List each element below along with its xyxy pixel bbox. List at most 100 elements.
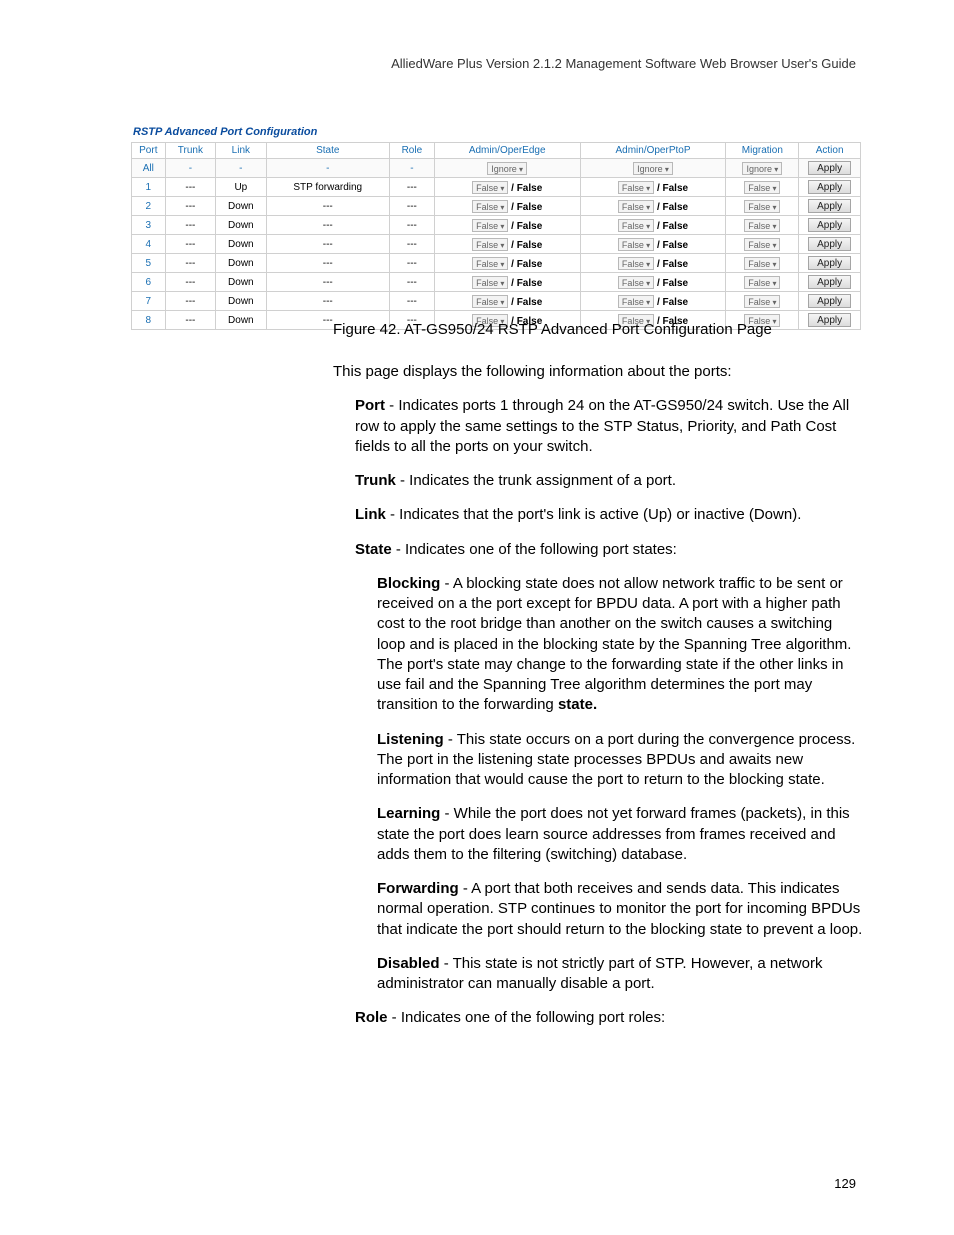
table-row-all: All----IgnoreIgnoreIgnoreApply [132, 159, 861, 178]
migration-select[interactable]: False [744, 219, 780, 232]
edge-select[interactable]: False [472, 219, 508, 232]
oper-edge: / False [511, 278, 542, 289]
apply-button[interactable]: Apply [808, 199, 851, 213]
cell-link: Down [216, 254, 266, 273]
cell-trunk: --- [165, 178, 215, 197]
col-edge: Admin/OperEdge [434, 143, 580, 159]
migration-select[interactable]: False [744, 295, 780, 308]
trunk-desc: Trunk - Indicates the trunk assignment o… [333, 471, 863, 491]
cell-role: --- [389, 254, 434, 273]
learning-desc: Learning - While the port does not yet f… [333, 804, 863, 865]
cell-migration: False [726, 235, 799, 254]
oper-ptop: / False [657, 297, 688, 308]
oper-edge: / False [511, 221, 542, 232]
cell-role: - [389, 159, 434, 178]
cell-edge: Ignore [434, 159, 580, 178]
col-port: Port [132, 143, 166, 159]
listening-desc: Listening - This state occurs on a port … [333, 730, 863, 791]
table-row: 3---Down------False / FalseFalse / False… [132, 216, 861, 235]
oper-ptop: / False [657, 183, 688, 194]
cell-state: --- [266, 254, 389, 273]
ptop-select[interactable]: False [618, 219, 654, 232]
cell-migration: False [726, 292, 799, 311]
ptop-select[interactable]: False [618, 238, 654, 251]
apply-button[interactable]: Apply [808, 256, 851, 270]
cell-port: 8 [132, 311, 166, 330]
cell-ptop: False / False [580, 235, 726, 254]
cell-port: 3 [132, 216, 166, 235]
cell-trunk: --- [165, 197, 215, 216]
migration-select[interactable]: Ignore [742, 162, 782, 175]
oper-edge: / False [511, 202, 542, 213]
cell-state: --- [266, 216, 389, 235]
cell-trunk: --- [165, 292, 215, 311]
ptop-select[interactable]: False [618, 257, 654, 270]
cell-state: STP forwarding [266, 178, 389, 197]
cell-trunk: - [165, 159, 215, 178]
cell-action: Apply [799, 216, 861, 235]
cell-migration: False [726, 197, 799, 216]
cell-role: --- [389, 178, 434, 197]
edge-select[interactable]: False [472, 181, 508, 194]
edge-select[interactable]: Ignore [487, 162, 527, 175]
apply-button[interactable]: Apply [808, 294, 851, 308]
migration-select[interactable]: False [744, 181, 780, 194]
col-trunk: Trunk [165, 143, 215, 159]
cell-link: Down [216, 311, 266, 330]
edge-select[interactable]: False [472, 257, 508, 270]
cell-state: --- [266, 273, 389, 292]
apply-button[interactable]: Apply [808, 313, 851, 327]
cell-link: Down [216, 235, 266, 254]
cell-ptop: False / False [580, 197, 726, 216]
link-desc: Link - Indicates that the port's link is… [333, 505, 863, 525]
cell-edge: False / False [434, 235, 580, 254]
intro-line: This page displays the following informa… [333, 362, 863, 382]
oper-ptop: / False [657, 202, 688, 213]
disabled-desc: Disabled - This state is not strictly pa… [333, 954, 863, 995]
oper-ptop: / False [657, 221, 688, 232]
body-text: This page displays the following informa… [333, 362, 863, 1043]
cell-migration: False [726, 273, 799, 292]
migration-select[interactable]: False [744, 276, 780, 289]
migration-select[interactable]: False [744, 200, 780, 213]
port-desc: Port - Indicates ports 1 through 24 on t… [333, 396, 863, 457]
cell-trunk: --- [165, 311, 215, 330]
cell-trunk: --- [165, 273, 215, 292]
cell-port: 1 [132, 178, 166, 197]
ptop-select[interactable]: Ignore [633, 162, 673, 175]
cell-action: Apply [799, 178, 861, 197]
apply-button[interactable]: Apply [808, 218, 851, 232]
cell-action: Apply [799, 159, 861, 178]
ptop-select[interactable]: False [618, 276, 654, 289]
cell-action: Apply [799, 311, 861, 330]
apply-button[interactable]: Apply [808, 180, 851, 194]
cell-role: --- [389, 292, 434, 311]
apply-button[interactable]: Apply [808, 161, 851, 175]
doc-header: AlliedWare Plus Version 2.1.2 Management… [391, 56, 856, 71]
ptop-select[interactable]: False [618, 295, 654, 308]
table-header-row: Port Trunk Link State Role Admin/OperEdg… [132, 143, 861, 159]
blocking-desc: Blocking - A blocking state does not all… [333, 574, 863, 716]
ptop-select[interactable]: False [618, 181, 654, 194]
cell-migration: False [726, 216, 799, 235]
edge-select[interactable]: False [472, 238, 508, 251]
apply-button[interactable]: Apply [808, 275, 851, 289]
oper-edge: / False [511, 297, 542, 308]
cell-edge: False / False [434, 178, 580, 197]
apply-button[interactable]: Apply [808, 237, 851, 251]
col-migration: Migration [726, 143, 799, 159]
oper-edge: / False [511, 259, 542, 270]
cell-ptop: False / False [580, 178, 726, 197]
cell-state: --- [266, 197, 389, 216]
ptop-select[interactable]: False [618, 200, 654, 213]
edge-select[interactable]: False [472, 295, 508, 308]
cell-role: --- [389, 197, 434, 216]
col-role: Role [389, 143, 434, 159]
forwarding-desc: Forwarding - A port that both receives a… [333, 879, 863, 940]
edge-select[interactable]: False [472, 276, 508, 289]
migration-select[interactable]: False [744, 238, 780, 251]
table-row: 1---UpSTP forwarding---False / FalseFals… [132, 178, 861, 197]
edge-select[interactable]: False [472, 200, 508, 213]
migration-select[interactable]: False [744, 257, 780, 270]
page-number: 129 [834, 1176, 856, 1191]
